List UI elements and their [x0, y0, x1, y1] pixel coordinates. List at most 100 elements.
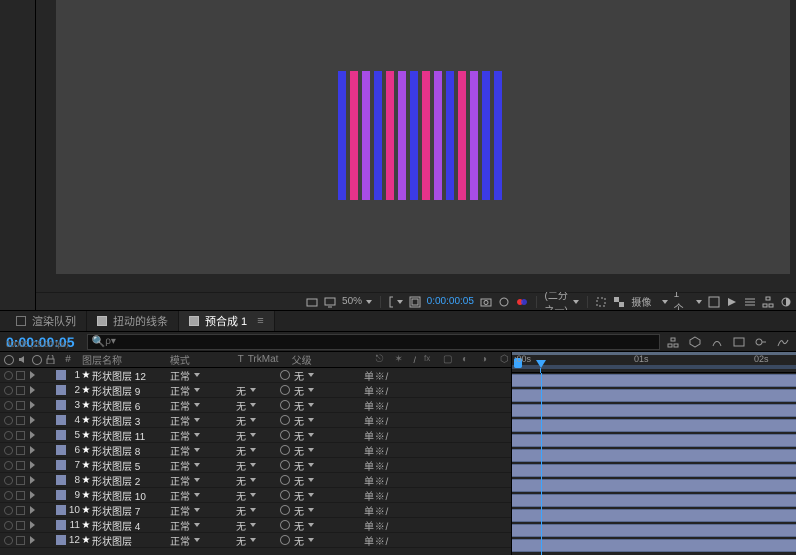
- transparency-grid-icon[interactable]: [613, 295, 625, 309]
- layer-switches[interactable]: 单 ※ /: [360, 533, 511, 548]
- blend-mode[interactable]: 正常: [170, 503, 222, 518]
- track-matte[interactable]: 无: [236, 443, 280, 458]
- tab-扭动的线条[interactable]: 扭动的线条: [87, 311, 179, 331]
- label-color[interactable]: [56, 400, 66, 410]
- layer-av-switches[interactable]: [0, 476, 56, 485]
- solo-toggle[interactable]: [16, 416, 25, 425]
- label-color[interactable]: [56, 520, 66, 530]
- work-range[interactable]: [512, 365, 796, 369]
- layer-av-switches[interactable]: [0, 371, 56, 380]
- layer-switches[interactable]: 单 ※ /: [360, 518, 511, 533]
- layer-index[interactable]: 5: [56, 430, 80, 441]
- trkmat-column-header[interactable]: TrkMat: [248, 354, 292, 365]
- switches-column-header[interactable]: ⎋ ✶ / fx ▢ ◐ ◑ ⬡: [371, 354, 511, 365]
- time-ruler[interactable]: :00s01s02s: [512, 352, 796, 373]
- layer-name[interactable]: 形状图层 7: [92, 503, 170, 518]
- parent-link[interactable]: 无: [280, 443, 360, 458]
- solo-toggle[interactable]: [16, 521, 25, 530]
- flowchart-icon[interactable]: [762, 295, 774, 309]
- layer-row[interactable]: 2★形状图层 9正常无无单 ※ /: [0, 383, 511, 398]
- playhead[interactable]: [536, 360, 546, 368]
- parent-link[interactable]: 无: [280, 473, 360, 488]
- layer-switches[interactable]: 单 ※ /: [360, 458, 511, 473]
- layer-index[interactable]: 9: [56, 490, 80, 501]
- solo-toggle[interactable]: [16, 491, 25, 500]
- layer-index[interactable]: 3: [56, 400, 80, 411]
- av-switches-header[interactable]: [0, 355, 56, 365]
- parent-link[interactable]: 无: [280, 518, 360, 533]
- layer-index[interactable]: 1: [56, 370, 80, 381]
- blend-mode[interactable]: 正常: [170, 488, 222, 503]
- layer-row[interactable]: 9★形状图层 10正常无无单 ※ /: [0, 488, 511, 503]
- solo-toggle[interactable]: [16, 371, 25, 380]
- layer-search[interactable]: 🔍: [87, 334, 661, 350]
- solo-toggle[interactable]: [16, 506, 25, 515]
- video-toggle[interactable]: [4, 521, 13, 530]
- video-toggle[interactable]: [4, 401, 13, 410]
- layer-row[interactable]: 10★形状图层 7正常无无单 ※ /: [0, 503, 511, 518]
- expand-toggle-icon[interactable]: [30, 371, 35, 379]
- layer-switches[interactable]: 单 ※ /: [360, 488, 511, 503]
- parent-link[interactable]: 无: [280, 368, 360, 383]
- pickwhip-icon[interactable]: [280, 415, 290, 425]
- layer-av-switches[interactable]: [0, 446, 56, 455]
- label-color[interactable]: [56, 415, 66, 425]
- layer-name[interactable]: 形状图层 9: [92, 383, 170, 398]
- layer-index[interactable]: 4: [56, 415, 80, 426]
- track-matte[interactable]: 无: [236, 533, 280, 548]
- blend-mode[interactable]: 正常: [170, 413, 222, 428]
- layer-index[interactable]: 11: [56, 520, 80, 531]
- draft-3d-icon[interactable]: [688, 335, 702, 349]
- pickwhip-icon[interactable]: [280, 535, 290, 545]
- layer-row[interactable]: 7★形状图层 5正常无无单 ※ /: [0, 458, 511, 473]
- layer-av-switches[interactable]: [0, 506, 56, 515]
- layer-av-switches[interactable]: [0, 416, 56, 425]
- label-color[interactable]: [56, 385, 66, 395]
- parent-link[interactable]: 无: [280, 458, 360, 473]
- layer-switches[interactable]: 单 ※ /: [360, 428, 511, 443]
- expand-toggle-icon[interactable]: [30, 476, 35, 484]
- track-matte[interactable]: 无: [236, 428, 280, 443]
- pickwhip-icon[interactable]: [280, 505, 290, 515]
- layer-duration-bar[interactable]: [512, 524, 796, 537]
- pickwhip-icon[interactable]: [280, 475, 290, 485]
- layer-name[interactable]: 形状图层 11: [92, 428, 170, 443]
- tab-menu-icon[interactable]: [253, 315, 263, 327]
- video-toggle[interactable]: [4, 536, 13, 545]
- graph-editor-icon[interactable]: [776, 335, 790, 349]
- track-matte[interactable]: 无: [236, 503, 280, 518]
- solo-column-icon[interactable]: [32, 355, 42, 365]
- expand-toggle-icon[interactable]: [30, 401, 35, 409]
- parent-link[interactable]: 无: [280, 383, 360, 398]
- pickwhip-icon[interactable]: [280, 400, 290, 410]
- pickwhip-icon[interactable]: [280, 490, 290, 500]
- layer-name[interactable]: 形状图层 2: [92, 473, 170, 488]
- layer-duration-bar[interactable]: [512, 374, 796, 387]
- motion-blur-icon[interactable]: [754, 335, 768, 349]
- layer-index[interactable]: 12: [56, 535, 80, 546]
- layer-index[interactable]: 7: [56, 460, 80, 471]
- label-color[interactable]: [56, 475, 66, 485]
- solo-toggle[interactable]: [16, 446, 25, 455]
- label-color[interactable]: [56, 430, 66, 440]
- solo-toggle[interactable]: [16, 431, 25, 440]
- label-color[interactable]: [56, 535, 66, 545]
- layer-duration-bar[interactable]: [512, 434, 796, 447]
- mask-view-icon[interactable]: [409, 295, 421, 309]
- expand-toggle-icon[interactable]: [30, 416, 35, 424]
- comp-mini-flowchart-icon[interactable]: [666, 335, 680, 349]
- monitor-icon[interactable]: [324, 295, 336, 309]
- layer-switches[interactable]: 单 ※ /: [360, 473, 511, 488]
- expand-toggle-icon[interactable]: [30, 431, 35, 439]
- layer-switches[interactable]: 单 ※ /: [360, 413, 511, 428]
- layer-switches[interactable]: 单 ※ /: [360, 398, 511, 413]
- video-toggle[interactable]: [4, 446, 13, 455]
- expand-toggle-icon[interactable]: [30, 446, 35, 454]
- video-toggle[interactable]: [4, 386, 13, 395]
- pickwhip-icon[interactable]: [280, 445, 290, 455]
- preview-viewport[interactable]: [36, 0, 796, 292]
- exposure-icon[interactable]: [780, 295, 792, 309]
- preview-time[interactable]: 0:00:00:05: [427, 296, 474, 307]
- parent-link[interactable]: 无: [280, 413, 360, 428]
- solo-toggle[interactable]: [16, 461, 25, 470]
